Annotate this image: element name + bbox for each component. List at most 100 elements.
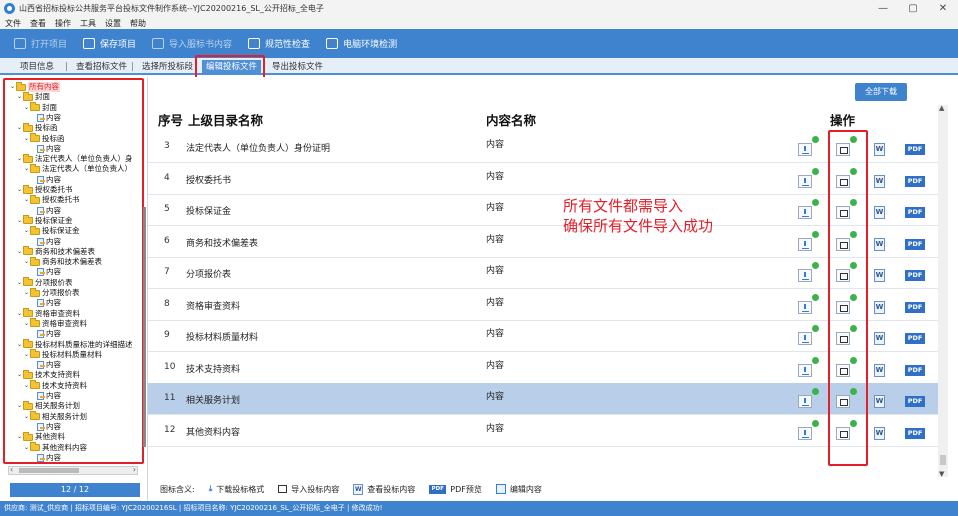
- view-word-icon[interactable]: W: [874, 269, 885, 282]
- tree-folder-item[interactable]: ⌄ 法定代表人（单位负责人）身: [16, 153, 133, 164]
- save-project-button[interactable]: 保存项目: [83, 37, 136, 50]
- expand-chevron-icon[interactable]: ⌄: [23, 350, 30, 360]
- tree-folder-item[interactable]: ⌄ 投标函: [16, 122, 58, 133]
- tree-leaf-item[interactable]: 内容: [30, 237, 61, 247]
- tree-leaf-item[interactable]: 内容: [30, 206, 61, 216]
- expand-chevron-icon[interactable]: ⌄: [23, 443, 30, 453]
- view-word-icon[interactable]: W: [874, 143, 885, 156]
- expand-chevron-icon[interactable]: ⌄: [16, 370, 23, 380]
- tree-leaf-item[interactable]: 内容: [30, 329, 61, 339]
- tree-scrollbar[interactable]: [143, 207, 146, 447]
- tree-folder-item[interactable]: ⌄ 商务和技术偏差表: [23, 256, 102, 267]
- view-word-icon[interactable]: W: [874, 426, 885, 440]
- expand-chevron-icon[interactable]: ⌄: [16, 432, 23, 442]
- download-format-icon[interactable]: [798, 395, 812, 408]
- vscroll-thumb[interactable]: [940, 455, 946, 465]
- expand-chevron-icon[interactable]: ⌄: [16, 401, 23, 411]
- expand-chevron-icon[interactable]: ⌄: [16, 154, 23, 164]
- view-word-icon[interactable]: W: [874, 300, 885, 314]
- tree-folder-item[interactable]: ⌄ 封面: [16, 91, 50, 102]
- tree-leaf-item[interactable]: 内容: [30, 360, 61, 370]
- tree-leaf-item[interactable]: 内容: [30, 298, 61, 308]
- tree-folder-item[interactable]: ⌄ 资格审查资料: [23, 318, 87, 329]
- tree-folder-item[interactable]: ⌄ 投标材料质量材料: [23, 349, 102, 360]
- tree-leaf-item[interactable]: 内容: [30, 144, 61, 154]
- maximize-button[interactable]: ▢: [898, 0, 928, 17]
- tree-leaf-item[interactable]: 内容: [30, 267, 61, 277]
- compliance-check-button[interactable]: 规范性检查: [248, 37, 310, 50]
- pdf-preview-icon[interactable]: PDF: [905, 396, 925, 407]
- scroll-down-icon[interactable]: ▼: [939, 470, 944, 478]
- table-scrollbar[interactable]: ▲ ▼: [938, 104, 948, 478]
- menu-settings[interactable]: 设置: [105, 18, 121, 29]
- minimize-button[interactable]: —: [868, 0, 898, 17]
- tree-folder-item[interactable]: ⌄ 法定代表人（单位负责人）: [23, 163, 132, 174]
- table-row[interactable]: 3 法定代表人（单位负责人）身份证明 内容 W PDF: [148, 131, 938, 163]
- expand-chevron-icon[interactable]: ⌄: [16, 309, 23, 319]
- table-row[interactable]: 5 投标保证金 内容 W PDF: [148, 194, 938, 226]
- expand-chevron-icon[interactable]: ⌄: [23, 319, 30, 329]
- tree-folder-item[interactable]: ⌄ 所有内容: [9, 81, 60, 92]
- download-format-icon[interactable]: [798, 174, 812, 188]
- tree-hscrollbar[interactable]: ‹ ›: [8, 465, 138, 475]
- table-row[interactable]: 8 资格审查资料 内容 W PDF: [148, 289, 938, 321]
- tree-folder-item[interactable]: ⌄ 相关服务计划: [23, 411, 87, 422]
- download-format-icon[interactable]: [798, 363, 812, 377]
- menu-operate[interactable]: 操作: [55, 18, 71, 29]
- download-all-button[interactable]: 全部下载: [855, 83, 907, 101]
- menu-tools[interactable]: 工具: [80, 18, 96, 29]
- scroll-up-icon[interactable]: ▲: [939, 104, 944, 112]
- pdf-preview-icon[interactable]: PDF: [905, 364, 925, 376]
- pdf-preview-icon[interactable]: PDF: [905, 301, 925, 313]
- expand-chevron-icon[interactable]: ⌄: [23, 195, 30, 205]
- download-format-icon[interactable]: [798, 426, 812, 440]
- close-button[interactable]: ✕: [928, 0, 958, 17]
- tree-folder-item[interactable]: ⌄ 授权委托书: [16, 184, 73, 195]
- tree-leaf-item[interactable]: 内容: [30, 422, 61, 432]
- tab-select-section[interactable]: 选择所投标段: [138, 60, 197, 74]
- scroll-right-icon[interactable]: ›: [133, 465, 136, 474]
- expand-chevron-icon[interactable]: ⌄: [23, 226, 30, 236]
- tree-leaf-item[interactable]: 内容: [30, 113, 61, 123]
- view-word-icon[interactable]: W: [874, 206, 885, 219]
- download-format-icon[interactable]: [798, 143, 812, 156]
- expand-chevron-icon[interactable]: ⌄: [16, 340, 23, 350]
- view-word-icon[interactable]: W: [874, 174, 885, 188]
- tree-folder-item[interactable]: ⌄ 投标材料质量标准的详细描述: [16, 339, 133, 350]
- tree-folder-item[interactable]: ⌄ 商务和技术偏差表: [16, 246, 95, 257]
- tree-folder-item[interactable]: ⌄ 投标函: [23, 133, 65, 144]
- download-format-icon[interactable]: [798, 237, 812, 251]
- scroll-left-icon[interactable]: ‹: [10, 465, 13, 474]
- pdf-preview-icon[interactable]: PDF: [905, 270, 925, 281]
- pdf-preview-icon[interactable]: PDF: [905, 427, 925, 439]
- menu-view[interactable]: 查看: [30, 18, 46, 29]
- tree-folder-item[interactable]: ⌄ 投标保证金: [23, 225, 80, 236]
- download-format-icon[interactable]: [798, 269, 812, 282]
- menu-file[interactable]: 文件: [5, 18, 21, 29]
- tree-folder-item[interactable]: ⌄ 分项报价表: [16, 277, 73, 288]
- expand-chevron-icon[interactable]: ⌄: [23, 412, 30, 422]
- tree-folder-item[interactable]: ⌄ 封面: [23, 102, 57, 113]
- table-row[interactable]: 4 授权委托书 内容 W PDF: [148, 163, 938, 195]
- download-format-icon[interactable]: [798, 300, 812, 314]
- tree-folder-item[interactable]: ⌄ 分项报价表: [23, 287, 80, 298]
- expand-chevron-icon[interactable]: ⌄: [23, 257, 30, 267]
- table-row[interactable]: 9 投标材料质量材料 内容 W PDF: [148, 320, 938, 352]
- tree-folder-item[interactable]: ⌄ 资格审查资料: [16, 308, 80, 319]
- menu-help[interactable]: 帮助: [130, 18, 146, 29]
- tree-leaf-item[interactable]: 内容: [30, 391, 61, 401]
- pdf-preview-icon[interactable]: PDF: [905, 333, 925, 344]
- download-format-icon[interactable]: [798, 332, 812, 345]
- view-word-icon[interactable]: W: [874, 237, 885, 251]
- view-word-icon[interactable]: W: [874, 332, 885, 345]
- tree-folder-item[interactable]: ⌄ 其他资料内容: [23, 442, 87, 453]
- expand-chevron-icon[interactable]: ⌄: [16, 216, 23, 226]
- tree-folder-item[interactable]: ⌄ 技术支持资料: [16, 369, 80, 380]
- tree-folder-item[interactable]: ⌄ 投标保证金: [16, 215, 73, 226]
- expand-chevron-icon[interactable]: ⌄: [23, 134, 30, 144]
- expand-chevron-icon[interactable]: ⌄: [23, 288, 30, 298]
- table-row[interactable]: 11 相关服务计划 内容 W PDF: [148, 383, 938, 415]
- tree-folder-item[interactable]: ⌄ 技术支持资料: [23, 380, 87, 391]
- tree-folder-item[interactable]: ⌄ 相关服务计划: [16, 400, 80, 411]
- view-word-icon[interactable]: W: [874, 363, 885, 377]
